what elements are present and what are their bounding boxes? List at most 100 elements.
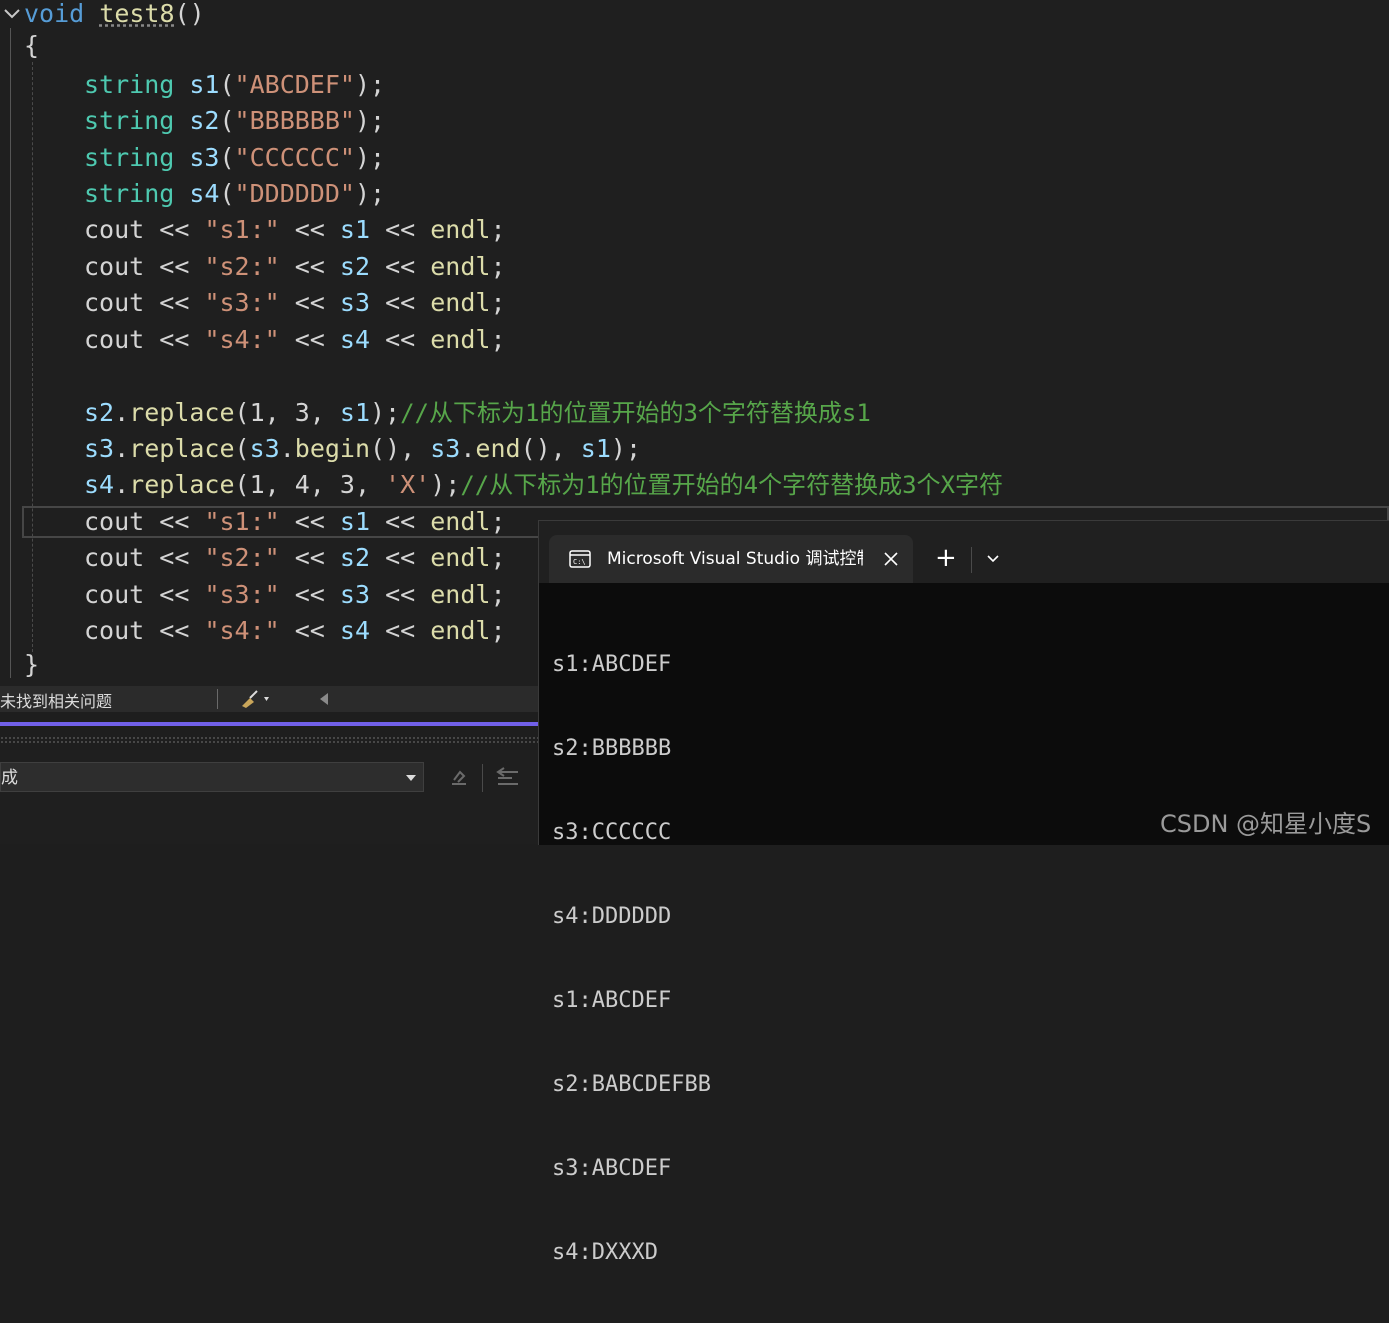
output-source-dropdown[interactable]: 成 [0,762,424,792]
variable: s2 [189,106,220,135]
variable: s3 [249,434,280,463]
operator: << [370,507,431,536]
endl: endl [430,215,491,244]
punct: ( [219,179,235,208]
operator: << [370,543,431,572]
operator: << [370,252,431,281]
punct: ; [490,507,506,536]
punct: . [114,470,130,499]
issues-status[interactable]: 未找到相关问题 [0,688,112,712]
variable: s4 [84,470,115,499]
punct: ( [219,106,235,135]
string-literal: "CCCCCC" [234,143,355,172]
operator: << [144,543,205,572]
string-literal: "BBBBBB" [234,106,355,135]
close-icon[interactable] [883,551,899,567]
variable: s2 [84,398,115,427]
code-line-replace-2: s3.replace(s3.begin(), s3.end(), s1); [84,431,641,467]
operator: << [144,325,205,354]
method: replace [129,398,235,427]
function-name[interactable]: test8 [99,0,174,28]
endl: endl [430,580,491,609]
variable: s1 [339,507,371,536]
char-literal: 'X' [385,470,431,499]
output-line: s2:BABCDEFBB [552,1072,711,1097]
string-literal: "s3:" [204,580,280,609]
cout: cout [84,215,145,244]
operator: << [370,616,431,645]
output-source-value: 成 [1,768,18,788]
terminal-tab-title: Microsoft Visual Studio 调试控制台 [607,549,863,569]
output-line: s3:ABCDEF [552,1156,672,1181]
code-line: cout << "s2:" << s2 << endl; [84,540,506,576]
prev-message-icon[interactable] [494,764,522,792]
divider [971,547,972,573]
string-literal: "s1:" [204,215,280,244]
variable: s2 [339,252,371,281]
watermark: CSDN @知星小度S [1160,810,1372,838]
args: (1, 4, 3, [234,470,386,499]
punct: (), [520,434,581,463]
new-tab-button[interactable]: + [935,535,957,581]
punct: . [114,398,130,427]
punct: . [460,434,476,463]
cout: cout [84,252,145,281]
punct: . [114,434,130,463]
operator: << [144,215,205,244]
paren: () [174,0,205,28]
cout: cout [84,507,145,536]
punct: ; [490,325,506,354]
punct: . [279,434,295,463]
operator: << [144,616,205,645]
chevron-down-icon[interactable] [985,551,1001,567]
punct: ); [354,70,386,99]
punct: ; [490,543,506,572]
operator: << [144,507,205,536]
punct: ; [490,288,506,317]
output-line: s4:DXXXD [552,1240,658,1265]
editor-status-bar: 未找到相关问题 [0,686,540,712]
variable: s4 [339,616,371,645]
operator: << [370,580,431,609]
clear-output-icon[interactable] [446,764,474,792]
cout: cout [84,543,145,572]
endl: endl [430,616,491,645]
punct: ); [370,398,401,427]
operator: << [279,580,340,609]
terminal-title-bar[interactable]: C:\ Microsoft Visual Studio 调试控制台 + [539,521,1389,583]
panel-resize-grip[interactable] [0,736,540,744]
brush-icon[interactable] [238,688,274,714]
method: end [475,434,521,463]
string-literal: "s1:" [204,507,280,536]
type: string [84,143,175,172]
debug-console-window[interactable]: C:\ Microsoft Visual Studio 调试控制台 + s1:A… [538,520,1389,1265]
string-literal: "s2:" [204,543,280,572]
variable: s4 [339,325,371,354]
terminal-tab[interactable]: C:\ Microsoft Visual Studio 调试控制台 [549,535,913,583]
output-line: s2:BBBBBB [552,736,672,761]
type: string [84,70,175,99]
endl: endl [430,252,491,281]
punct: ; [490,252,506,281]
method: begin [294,434,371,463]
comment: //从下标为1的位置开始的3个字符替换成s1 [400,399,871,427]
variable: s2 [339,543,371,572]
type: string [84,179,175,208]
terminal-output: s1:ABCDEF s2:BBBBBB s3:CCCCCC s4:DDDDDD … [552,595,711,1323]
cout: cout [84,616,145,645]
output-line: s1:ABCDEF [552,988,672,1013]
endl: endl [430,507,491,536]
code-line-replace-1: s2.replace(1, 3, s1);//从下标为1的位置开始的3个字符替换… [84,395,871,431]
cout: cout [84,580,145,609]
endl: endl [430,288,491,317]
variable: s3 [189,143,220,172]
code-line: string s4("DDDDDD"); [84,176,385,212]
code-line-signature: void test8() [24,0,205,32]
operator: << [279,215,340,244]
collapse-chevron-icon[interactable] [2,4,22,22]
scroll-left-icon[interactable] [314,690,334,712]
operator: << [279,288,340,317]
operator: << [370,325,431,354]
code-line: cout << "s3:" << s3 << endl; [84,577,506,613]
punct: ); [354,106,386,135]
